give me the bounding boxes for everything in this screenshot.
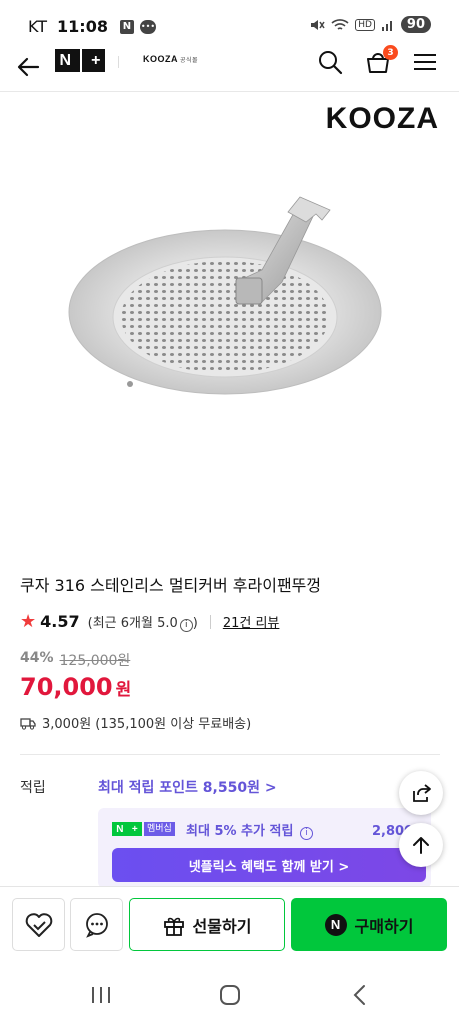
store-name: KOOZA	[143, 54, 178, 64]
signal-icon	[381, 20, 392, 31]
section-divider	[20, 754, 440, 755]
membership-box: N + 멤버십 최대 5% 추가 적립 i 2,800원 넷플릭스 혜택도 함께 …	[98, 808, 431, 888]
battery-indicator: 90	[400, 16, 431, 33]
rating-note-close: )	[192, 615, 198, 631]
chat-bubble-icon	[85, 912, 108, 938]
wifi-icon	[331, 18, 349, 30]
android-navigation-bar	[0, 962, 459, 1024]
naver-notification-icon: N	[119, 19, 134, 34]
status-bar: KT 11:08 N ••• HD 90	[0, 0, 459, 44]
arrow-up-icon	[413, 837, 429, 854]
naver-plus-store-logo[interactable]: N +	[55, 49, 105, 72]
sale-price: 70,000 원	[20, 673, 131, 701]
buy-label: 구매하기	[354, 916, 414, 936]
scroll-top-button[interactable]	[399, 823, 443, 867]
header-divider	[118, 56, 119, 68]
membership-tag: 멤버십	[144, 822, 175, 836]
rating-note: (최근 6개월 5.0 i)	[88, 612, 198, 632]
store-sub-label: 공식몰	[180, 58, 199, 64]
rating-divider	[209, 614, 211, 629]
purchase-bar: 선물하기 N 구매하기	[0, 886, 459, 962]
wishlist-button[interactable]	[12, 898, 65, 951]
clock: 11:08	[57, 17, 108, 36]
cart-count-badge: 3	[383, 45, 398, 60]
truck-icon	[20, 717, 36, 730]
points-label: 적립	[20, 780, 46, 796]
recent-apps-icon[interactable]	[90, 986, 112, 1004]
rating-note-text: (최근 6개월 5.0	[87, 615, 178, 631]
heart-check-icon	[25, 912, 52, 937]
back-arrow-icon[interactable]	[16, 54, 42, 80]
product-title: 쿠자 316 스테인리스 멀티커버 후라이팬뚜껑	[20, 576, 322, 595]
info-icon[interactable]: i	[179, 618, 193, 632]
shipping-text: 3,000원 (135,100원 이상 무료배송)	[42, 717, 252, 732]
talktalk-button[interactable]	[70, 898, 123, 951]
sale-price-unit: 원	[115, 680, 132, 700]
discount-row: 44% 125,000원	[20, 650, 130, 670]
membership-info-icon[interactable]: i	[299, 827, 313, 840]
carrier-label: KT	[28, 17, 48, 36]
max-points-link[interactable]: 최대 적립 포인트 8,550원 >	[98, 777, 277, 797]
app-header: N + KOOZA 공식몰 3	[0, 44, 459, 92]
membership-text: 최대 5% 추가 적립 i	[186, 820, 313, 840]
hamburger-menu-icon[interactable]	[413, 50, 437, 74]
gift-label: 선물하기	[192, 916, 252, 936]
buy-button[interactable]: N 구매하기	[291, 898, 447, 951]
gift-icon	[163, 917, 184, 936]
rating-row: ★ 4.57 (최근 6개월 5.0 i) 21건 리뷰	[20, 611, 279, 632]
search-icon[interactable]	[316, 48, 344, 76]
hd-icon: HD	[355, 18, 375, 31]
netflix-benefit-button[interactable]: 넷플릭스 혜택도 함께 받기 >	[112, 848, 426, 882]
store-name-link[interactable]: KOOZA 공식몰	[143, 54, 198, 64]
chat-notification-icon: •••	[139, 19, 156, 34]
naver-plus-mini-logo: N +	[112, 822, 142, 836]
product-photo	[68, 196, 382, 395]
rating-value: 4.57	[40, 612, 80, 631]
original-price: 125,000원	[59, 653, 131, 669]
sale-price-value: 70,000	[20, 673, 113, 701]
share-icon	[413, 784, 431, 802]
shipping-info: 3,000원 (135,100원 이상 무료배송)	[20, 713, 251, 732]
gift-button[interactable]: 선물하기	[129, 898, 285, 951]
back-nav-icon[interactable]	[350, 984, 368, 1006]
product-image[interactable]: KOOZA	[0, 92, 459, 547]
star-icon: ★	[20, 611, 37, 632]
naver-pay-icon: N	[324, 913, 347, 936]
mute-icon	[311, 19, 325, 30]
membership-text-label: 최대 5% 추가 적립	[186, 824, 294, 839]
discount-rate: 44%	[20, 650, 54, 666]
review-count-link[interactable]: 21건 리뷰	[223, 612, 280, 631]
share-button[interactable]	[399, 771, 443, 815]
home-icon[interactable]	[220, 985, 240, 1005]
